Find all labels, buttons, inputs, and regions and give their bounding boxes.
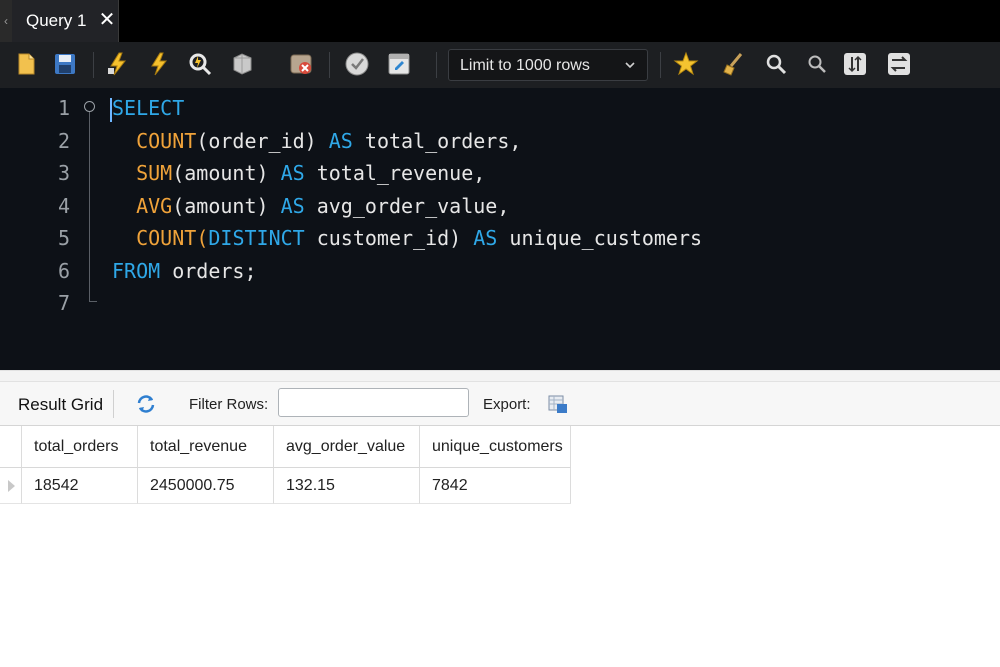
- limit-rows-select[interactable]: Limit to 1000 rows: [448, 49, 648, 81]
- code-text: AVG(amount) AS avg_order_value,: [136, 194, 510, 218]
- code-line: 2 COUNT(order_id) AS total_orders,: [0, 125, 1000, 157]
- sql-editor[interactable]: 1 SELECT 2 COUNT(order_id) AS total_orde…: [0, 88, 1000, 370]
- result-grid-tab[interactable]: Result Grid: [18, 395, 103, 415]
- result-toolbar: Result Grid Filter Rows: Export:: [0, 382, 1000, 426]
- rollback-icon[interactable]: [385, 50, 413, 78]
- tab-label: Query 1: [26, 11, 87, 30]
- column-header[interactable]: total_revenue: [138, 426, 274, 468]
- toolbar-divider: [660, 52, 661, 78]
- code-line: 7: [0, 287, 1000, 319]
- toolbar-divider: [113, 390, 114, 418]
- tab-query-1[interactable]: Query 1 ✕: [12, 0, 119, 42]
- code-text: COUNT(DISTINCT customer_id) AS unique_cu…: [136, 226, 703, 250]
- grid-corner: [0, 426, 22, 468]
- word-wrap-icon[interactable]: [885, 50, 913, 78]
- export-icon[interactable]: [547, 393, 569, 415]
- code-line: 6 FROM orders;: [0, 255, 1000, 287]
- toolbar-divider: [329, 52, 330, 78]
- row-indicator-icon: [8, 480, 15, 492]
- beautify-icon[interactable]: [721, 50, 749, 78]
- code-text: SELECT: [112, 96, 185, 120]
- line-number: 6: [57, 259, 70, 283]
- toolbar-divider: [436, 52, 437, 78]
- execute-current-icon[interactable]: [144, 50, 172, 78]
- tab-scroll-left-button[interactable]: ‹: [0, 0, 12, 42]
- table-cell[interactable]: 2450000.75: [138, 468, 274, 504]
- table-cell[interactable]: 7842: [420, 468, 571, 504]
- code-line: 4 AVG(amount) AS avg_order_value,: [0, 190, 1000, 222]
- column-header[interactable]: avg_order_value: [274, 426, 420, 468]
- line-number: 4: [57, 194, 70, 218]
- code-line: 5 COUNT(DISTINCT customer_id) AS unique_…: [0, 222, 1000, 254]
- code-text: COUNT(order_id) AS total_orders,: [136, 129, 522, 153]
- code-text: SUM(amount) AS total_revenue,: [136, 161, 486, 185]
- limit-rows-value: Limit to 1000 rows: [460, 57, 590, 74]
- line-number: 2: [57, 129, 70, 153]
- toolbar-divider: [93, 52, 94, 78]
- line-number: 5: [57, 226, 70, 250]
- table-cell[interactable]: 18542: [22, 468, 138, 504]
- execute-all-icon[interactable]: [104, 50, 132, 78]
- add-snippet-star-icon[interactable]: [672, 50, 700, 78]
- column-header[interactable]: unique_customers: [420, 426, 571, 468]
- invisible-chars-icon[interactable]: [841, 50, 869, 78]
- filter-rows-input[interactable]: [278, 388, 469, 417]
- column-header[interactable]: total_orders: [22, 426, 138, 468]
- save-icon[interactable]: [51, 50, 79, 78]
- line-number: 1: [57, 96, 70, 120]
- find-next-icon[interactable]: [803, 50, 831, 78]
- close-icon[interactable]: ✕: [98, 9, 116, 31]
- filter-rows-label: Filter Rows:: [189, 396, 269, 413]
- panel-splitter[interactable]: [0, 370, 1000, 382]
- commit-icon[interactable]: [343, 50, 371, 78]
- line-number: 3: [57, 161, 70, 185]
- code-text: FROM orders;: [112, 259, 257, 283]
- code-line: 3 SUM(amount) AS total_revenue,: [0, 157, 1000, 189]
- sql-editor-toolbar: Limit to 1000 rows: [0, 42, 1000, 88]
- refresh-icon[interactable]: [135, 393, 157, 415]
- row-selector[interactable]: [0, 468, 22, 504]
- open-file-icon[interactable]: [12, 50, 40, 78]
- find-icon[interactable]: [762, 50, 790, 78]
- toggle-error-icon[interactable]: [287, 50, 315, 78]
- table-cell[interactable]: 132.15: [274, 468, 420, 504]
- export-label: Export:: [483, 396, 531, 413]
- tab-bar: ‹ Query 1 ✕: [0, 0, 1000, 42]
- code-line: 1 SELECT: [0, 92, 1000, 124]
- line-number: 7: [57, 291, 70, 315]
- chevron-down-icon: [625, 62, 635, 69]
- stop-icon[interactable]: [228, 50, 256, 78]
- explain-icon[interactable]: [186, 50, 214, 78]
